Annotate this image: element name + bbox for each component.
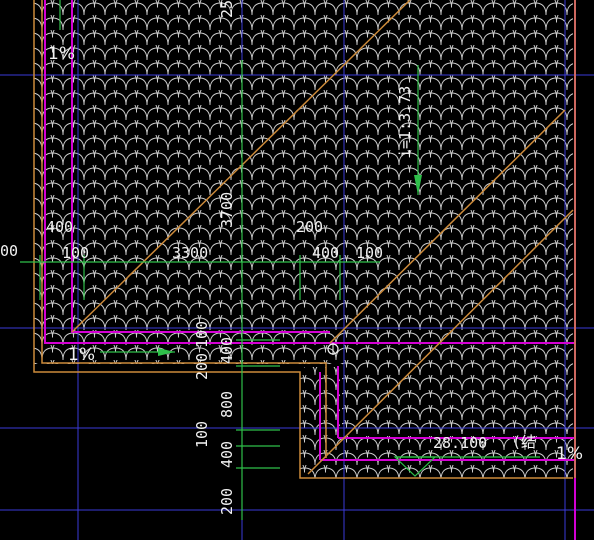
roof-tile-area xyxy=(34,0,573,478)
dim-3300: 3300 xyxy=(172,244,208,262)
elevation-note: (结 xyxy=(512,433,536,451)
slope-mid-left: 1% xyxy=(68,345,95,365)
dim-200-top: 200 xyxy=(296,218,323,236)
dim-v200-b: 200 xyxy=(218,488,236,515)
dim-v400-a: 400 xyxy=(218,337,236,364)
roof-plan: 25 00 400 100 3300 3700 200 400 100 100 … xyxy=(0,0,594,540)
dim-left-edge: 00 xyxy=(0,242,18,260)
roof-slope-ratio: i=1:3.73 xyxy=(396,86,414,158)
dim-v100-b: 100 xyxy=(193,421,211,448)
dim-v400-b: 400 xyxy=(218,441,236,468)
dim-3700: 3700 xyxy=(218,192,236,228)
cad-drawing-canvas[interactable]: 25 00 400 100 3300 3700 200 400 100 100 … xyxy=(0,0,594,540)
dim-v100-a: 100 xyxy=(193,321,211,348)
dim-100-left: 100 xyxy=(62,244,89,262)
dim-100-mid: 100 xyxy=(356,244,383,262)
dim-v200-a: 200 xyxy=(193,353,211,380)
dim-top-vertical: 25 xyxy=(218,0,236,18)
slope-bottom-right: 1% xyxy=(556,444,583,464)
elevation-value: 28.100 xyxy=(433,434,487,452)
dim-v800: 800 xyxy=(218,391,236,418)
slope-top-left: 1% xyxy=(48,44,75,64)
dim-400-left: 400 xyxy=(46,218,73,236)
dim-400-mid: 400 xyxy=(312,244,339,262)
